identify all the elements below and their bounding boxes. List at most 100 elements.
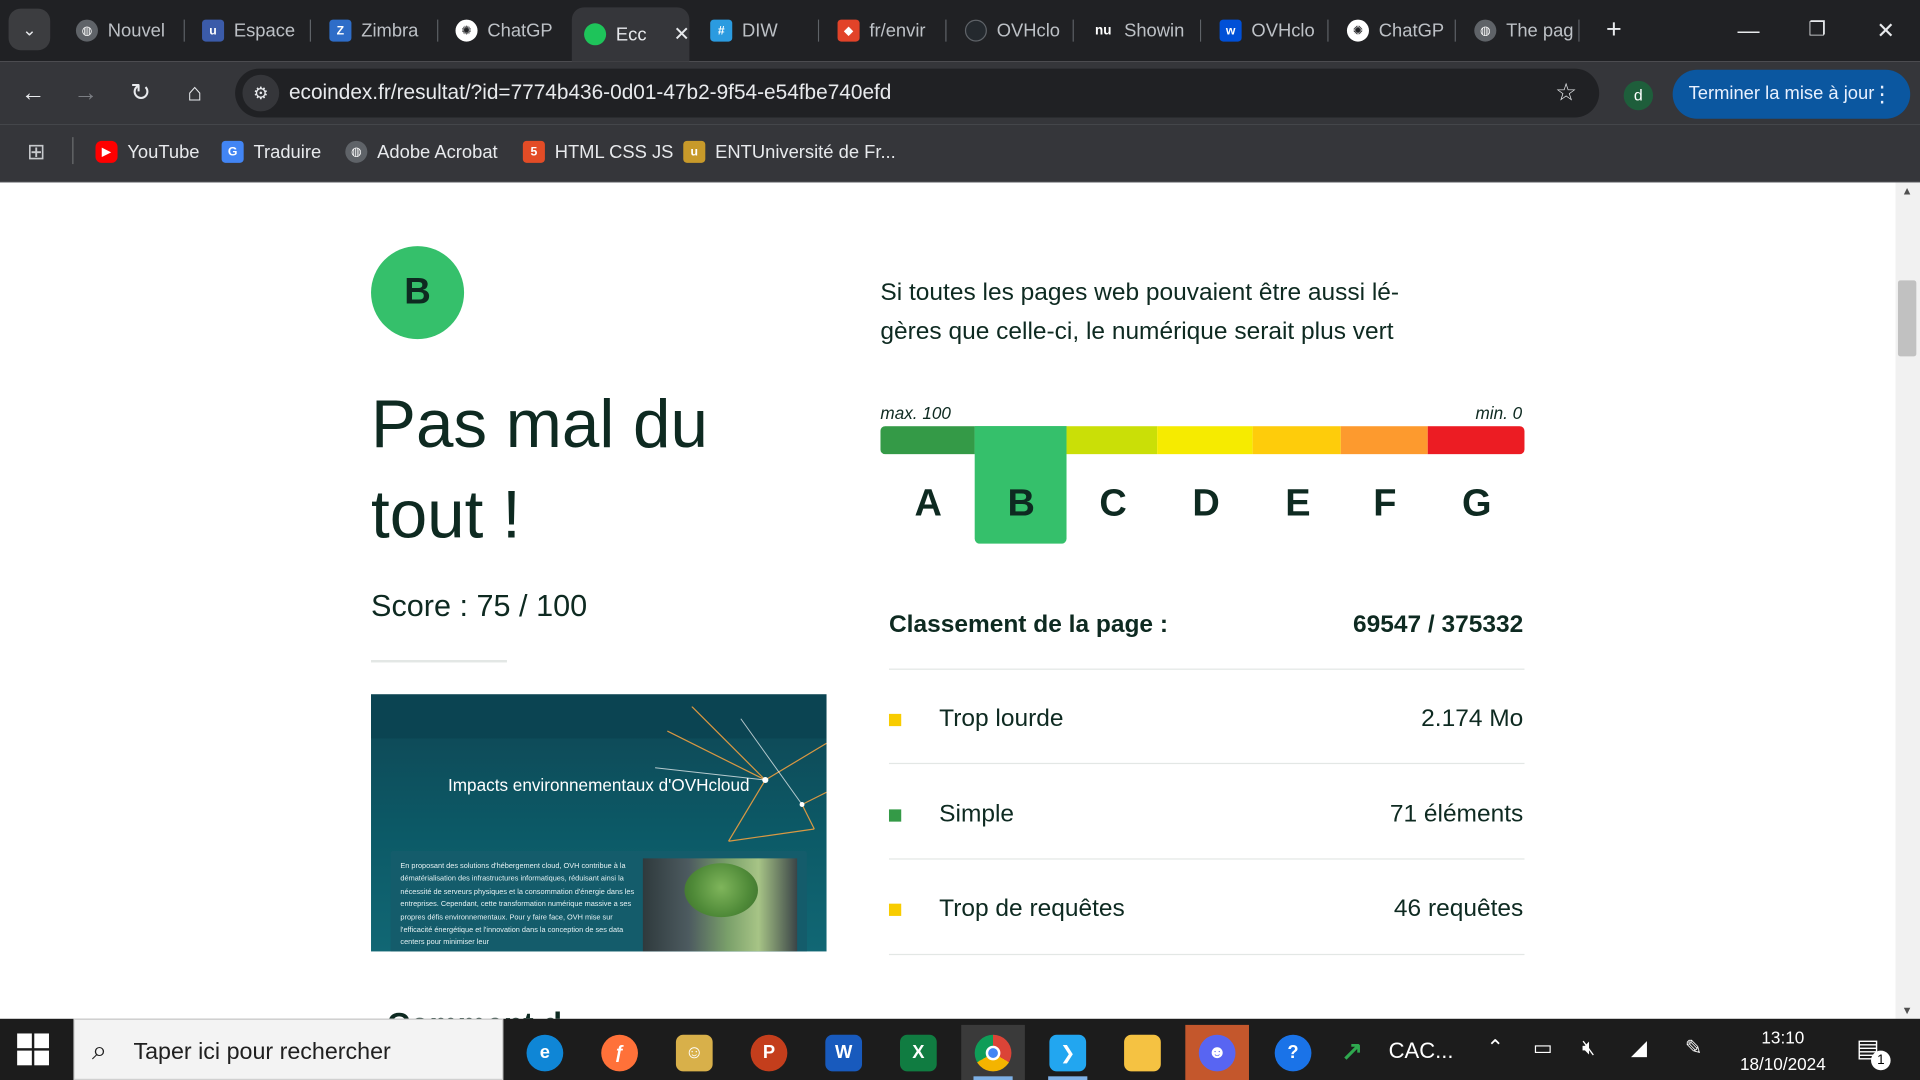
tab-diw[interactable]: # DIW — [698, 9, 820, 53]
taskbar-edge[interactable]: e — [513, 1025, 577, 1080]
tab-chatgpt-2[interactable]: ✺ ChatGP — [1335, 9, 1456, 53]
metric-elements-value: 71 éléments — [1389, 800, 1524, 828]
divider — [888, 762, 1525, 765]
taskbar-file-explorer[interactable] — [1111, 1025, 1175, 1080]
tab-showing[interactable]: nu Showin — [1080, 9, 1202, 53]
tab-ovhcloud[interactable]: w OVHclo — [1207, 9, 1329, 53]
forward-button[interactable]: → — [66, 73, 105, 112]
system-clock[interactable]: 13:10 18/10/2024 — [1722, 1024, 1844, 1078]
stocks-icon: ↗ — [1340, 1036, 1364, 1068]
url-text[interactable]: ecoindex.fr/resultat/?id=7774b436-0d01-4… — [289, 81, 891, 105]
preview-body-text: En proposant des solutions d'hébergement… — [400, 863, 635, 948]
tab-label: Showin — [1124, 20, 1185, 42]
apps-grid-icon[interactable]: ⊞ — [27, 137, 45, 166]
taskbar-help[interactable]: ? — [1261, 1025, 1325, 1080]
html5-icon: 5 — [522, 140, 545, 163]
windows-start-icon[interactable] — [17, 1033, 49, 1066]
taskbar-chrome[interactable] — [961, 1024, 1025, 1080]
metric-weight-label: Trop lourde — [939, 705, 1064, 733]
bookmark-ent-universite[interactable]: u ENTUniversité de Fr... — [683, 137, 896, 166]
address-bar[interactable]: ⚙ ecoindex.fr/resultat/?id=7774b436-0d01… — [235, 68, 1600, 118]
divider — [888, 668, 1525, 670]
scroll-up-icon[interactable]: ▲ — [1902, 185, 1913, 197]
scroll-thumb[interactable] — [1897, 280, 1917, 357]
scale-segment-c — [1066, 426, 1158, 455]
tab-separator — [183, 19, 185, 42]
scale-segment-d — [1157, 426, 1253, 455]
battery-icon[interactable]: ▭ — [1533, 1036, 1553, 1060]
ranking-value: 69547 / 375332 — [1353, 611, 1524, 638]
taskbar-excel[interactable]: X — [887, 1025, 951, 1080]
bookmark-adobe-acrobat[interactable]: ◍ Adobe Acrobat — [345, 137, 498, 166]
grade-letter-c: C — [1099, 481, 1127, 525]
bookmark-html-css-js[interactable]: 5 HTML CSS JS — [522, 137, 674, 166]
taskbar-powerpoint[interactable]: P — [737, 1025, 801, 1080]
tab-separator — [1578, 19, 1580, 42]
powerpoint-icon: P — [750, 1034, 788, 1071]
youtube-icon: ▶ — [95, 140, 118, 163]
tab-search-button[interactable]: ⌄ — [8, 8, 51, 51]
ranking-label: Classement de la page : — [888, 611, 1169, 638]
profile-avatar[interactable]: d — [1623, 80, 1654, 111]
bookmark-label: HTML CSS JS — [554, 141, 674, 163]
new-tab-button[interactable]: + — [1599, 12, 1628, 46]
minimize-button[interactable]: — — [1724, 10, 1773, 52]
page-title: Pas mal du tout ! — [371, 385, 708, 553]
tab-gitlab[interactable]: ◆ fr/envir — [825, 9, 947, 53]
update-button[interactable]: Terminer la mise à jour ⋮ — [1672, 69, 1911, 119]
openai-icon: ✺ — [1346, 19, 1369, 42]
reload-button[interactable]: ↻ — [121, 73, 160, 112]
back-button[interactable]: ← — [13, 73, 52, 112]
tab-chatgpt-1[interactable]: ✺ ChatGP — [443, 9, 564, 53]
bookmark-star-icon[interactable]: ☆ — [1555, 77, 1577, 108]
taskbar-word[interactable]: W — [812, 1025, 876, 1080]
grade-letter-e: E — [1285, 481, 1311, 525]
tab-separator — [1454, 19, 1456, 42]
openai-icon: ✺ — [455, 19, 478, 42]
github-icon — [964, 19, 987, 42]
close-icon[interactable]: ✕ — [673, 22, 689, 46]
tab-zimbra[interactable]: Z Zimbra — [317, 9, 439, 53]
taskbar-stocks-widget[interactable]: ↗ — [1327, 1025, 1376, 1080]
tab-espace[interactable]: u Espace — [190, 9, 312, 53]
close-window-button[interactable]: ✕ — [1861, 10, 1910, 52]
tab-the-page[interactable]: ◍ The pag — [1462, 9, 1580, 53]
scale-segment-e — [1252, 426, 1341, 455]
chevron-up-icon[interactable]: ⌃ — [1487, 1036, 1504, 1060]
stock-ticker-label[interactable]: CAC... — [1389, 1038, 1454, 1064]
bookmark-youtube[interactable]: ▶ YouTube — [95, 137, 200, 166]
tab-ecoindex-active[interactable]: Ecc ✕ — [571, 7, 690, 62]
scale-max-label: max. 100 — [880, 402, 951, 423]
tab-separator — [945, 19, 947, 42]
bookmark-label: Adobe Acrobat — [377, 141, 498, 163]
scroll-down-icon[interactable]: ▼ — [1902, 1004, 1913, 1016]
tab-label: Espace — [233, 20, 296, 42]
page-content: B Pas mal du tout ! Score : 75 / 100 Imp… — [0, 182, 1896, 1019]
bookmarks-bar: ⊞ ▶ YouTube G Traduire ◍ Adobe Acrobat 5… — [0, 124, 1920, 183]
tab-ovhcloud-github[interactable]: OVHclo — [953, 9, 1074, 53]
speaker-muted-icon[interactable]: 🔇︎ — [1582, 1036, 1595, 1060]
grade-letter-a: A — [914, 481, 942, 525]
tab-label: OVHclo — [1251, 20, 1315, 42]
pen-icon[interactable]: ✎ — [1685, 1036, 1702, 1060]
taskbar-vscode[interactable]: ❯ — [1036, 1025, 1100, 1080]
hashtag-icon: # — [710, 19, 733, 42]
bookmark-traduire[interactable]: G Traduire — [221, 137, 321, 166]
taskbar-user-folder[interactable]: ☺ — [662, 1025, 726, 1080]
home-button[interactable]: ⌂ — [175, 73, 214, 112]
site-info-icon[interactable]: ⚙ — [242, 74, 280, 112]
taskbar-firefox[interactable]: ƒ — [588, 1025, 652, 1080]
globe-icon: ◍ — [75, 19, 98, 42]
taskbar-search-input[interactable]: ⌕ Taper ici pour rechercher — [73, 1018, 504, 1080]
vertical-scrollbar[interactable]: ▲ ▼ — [1895, 182, 1920, 1019]
bookmark-label: YouTube — [127, 141, 200, 163]
tab-separator — [1200, 19, 1202, 42]
metric-weight-value: 2.174 Mo — [1421, 705, 1524, 733]
network-icon[interactable]: ◢ — [1631, 1036, 1647, 1060]
discord-icon: ☻ — [1198, 1034, 1236, 1071]
taskbar-discord[interactable]: ☻ — [1185, 1024, 1249, 1080]
grade-letter-b: B — [1007, 481, 1035, 525]
restore-button[interactable]: ❐ — [1793, 10, 1842, 52]
score-text: Score : 75 / 100 — [371, 588, 588, 624]
tab-nouvel[interactable]: ◍ Nouvel — [64, 9, 185, 53]
